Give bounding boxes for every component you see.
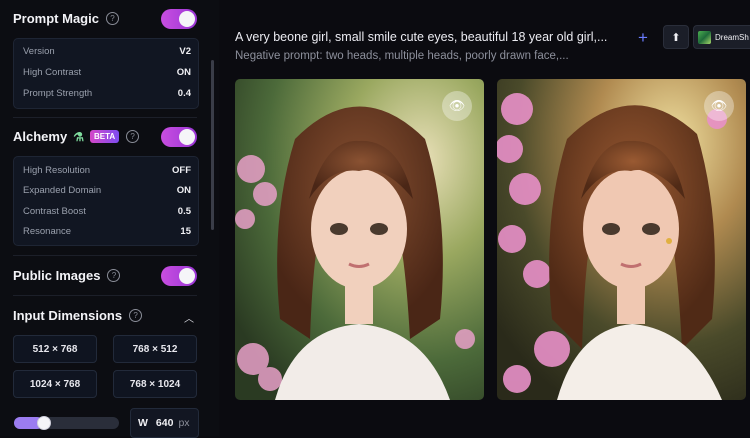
setting-label: High Contrast [23, 67, 82, 78]
width-input[interactable]: W 640 px [130, 408, 199, 438]
chevron-up-icon[interactable]: ︿ [184, 310, 194, 325]
width-slider-handle[interactable] [37, 416, 51, 430]
dimension-option-768x512[interactable]: 768 × 512 [113, 335, 197, 363]
section-divider [13, 295, 197, 296]
eye-icon[interactable]: 👁 [442, 91, 472, 121]
setting-value: ON [176, 185, 191, 196]
setting-row-contrast-boost: Contrast Boost 0.5 [23, 206, 191, 217]
setting-row-high-resolution: High Resolution OFF [23, 165, 191, 176]
setting-label: Version [23, 46, 55, 57]
public-images-label: Public Images [13, 268, 101, 283]
gallery-footer [219, 400, 750, 436]
sidebar: Prompt Magic ? Version V2 High Contrast … [0, 0, 219, 438]
setting-row-resonance: Resonance 15 [23, 226, 191, 237]
section-divider [13, 117, 197, 118]
setting-value: V2 [179, 46, 191, 57]
setting-label: High Resolution [23, 165, 91, 176]
prompt-magic-settings-card[interactable]: Version V2 High Contrast ON Prompt Stren… [13, 38, 199, 109]
width-input-label: W [138, 417, 148, 429]
toggle-knob [179, 268, 195, 284]
dimension-option-1024x768[interactable]: 1024 × 768 [13, 370, 97, 398]
model-label: DreamSh [715, 32, 749, 42]
prompt-magic-label: Prompt Magic [13, 11, 99, 26]
setting-row-high-contrast: High Contrast ON [23, 67, 191, 78]
sidebar-scrollbar[interactable] [211, 60, 214, 230]
setting-value: ON [176, 67, 191, 78]
alchemy-title: Alchemy ⚗ BETA ? [13, 129, 140, 144]
setting-row-prompt-strength: Prompt Strength 0.4 [23, 88, 191, 99]
input-dimensions-title: Input Dimensions ? [13, 308, 143, 323]
negative-prompt: Negative prompt: two heads, multiple hea… [235, 50, 569, 62]
alchemy-label: Alchemy [13, 129, 68, 144]
setting-row-expanded-domain: Expanded Domain ON [23, 185, 191, 196]
flask-icon: ⚗ [73, 129, 84, 144]
setting-label: Prompt Strength [23, 88, 93, 99]
eye-icon[interactable]: 👁 [704, 91, 734, 121]
width-input-value[interactable]: 640 [156, 417, 174, 429]
alchemy-toggle[interactable] [161, 127, 197, 147]
beta-badge: BETA [89, 130, 120, 143]
portrait-image [497, 79, 746, 400]
help-circle-icon[interactable]: ? [129, 309, 143, 322]
input-dimensions-label: Input Dimensions [13, 308, 123, 323]
width-input-unit: px [178, 417, 190, 429]
prompt-magic-title: Prompt Magic ? [13, 11, 119, 26]
toggle-knob [179, 129, 195, 145]
help-circle-icon[interactable]: ? [105, 12, 119, 25]
setting-value: OFF [172, 165, 191, 176]
main-panel: A very beone girl, small smile cute eyes… [219, 0, 750, 436]
setting-value: 15 [180, 226, 191, 237]
generated-image-2[interactable]: 👁 [497, 79, 746, 400]
setting-value: 0.5 [177, 206, 191, 217]
section-divider [13, 255, 197, 256]
upload-button[interactable]: ⬆ [663, 25, 689, 49]
setting-value: 0.4 [177, 88, 191, 99]
help-circle-icon[interactable]: ? [107, 269, 121, 282]
model-button[interactable]: DreamSh [693, 25, 750, 49]
prompt-magic-toggle[interactable] [161, 9, 197, 29]
public-images-toggle[interactable] [161, 266, 197, 286]
plus-icon[interactable]: + [638, 28, 648, 48]
generated-image-1[interactable]: 👁 [235, 79, 484, 400]
portrait-image [235, 79, 484, 400]
dimension-option-768x1024[interactable]: 768 × 1024 [113, 370, 197, 398]
setting-label: Resonance [23, 226, 72, 237]
setting-row-version: Version V2 [23, 46, 191, 57]
model-thumbnail [698, 30, 711, 44]
dimension-option-512x768[interactable]: 512 × 768 [13, 335, 97, 363]
width-slider[interactable] [14, 416, 119, 430]
alchemy-settings-card[interactable]: High Resolution OFF Expanded Domain ON C… [13, 156, 199, 246]
setting-label: Contrast Boost [23, 206, 86, 217]
public-images-title: Public Images ? [13, 268, 121, 283]
help-circle-icon[interactable]: ? [126, 130, 140, 143]
setting-label: Expanded Domain [23, 185, 102, 196]
generation-prompt: A very beone girl, small smile cute eyes… [235, 30, 608, 44]
toggle-knob [179, 11, 195, 27]
arrow-up-icon: ⬆ [671, 31, 681, 44]
